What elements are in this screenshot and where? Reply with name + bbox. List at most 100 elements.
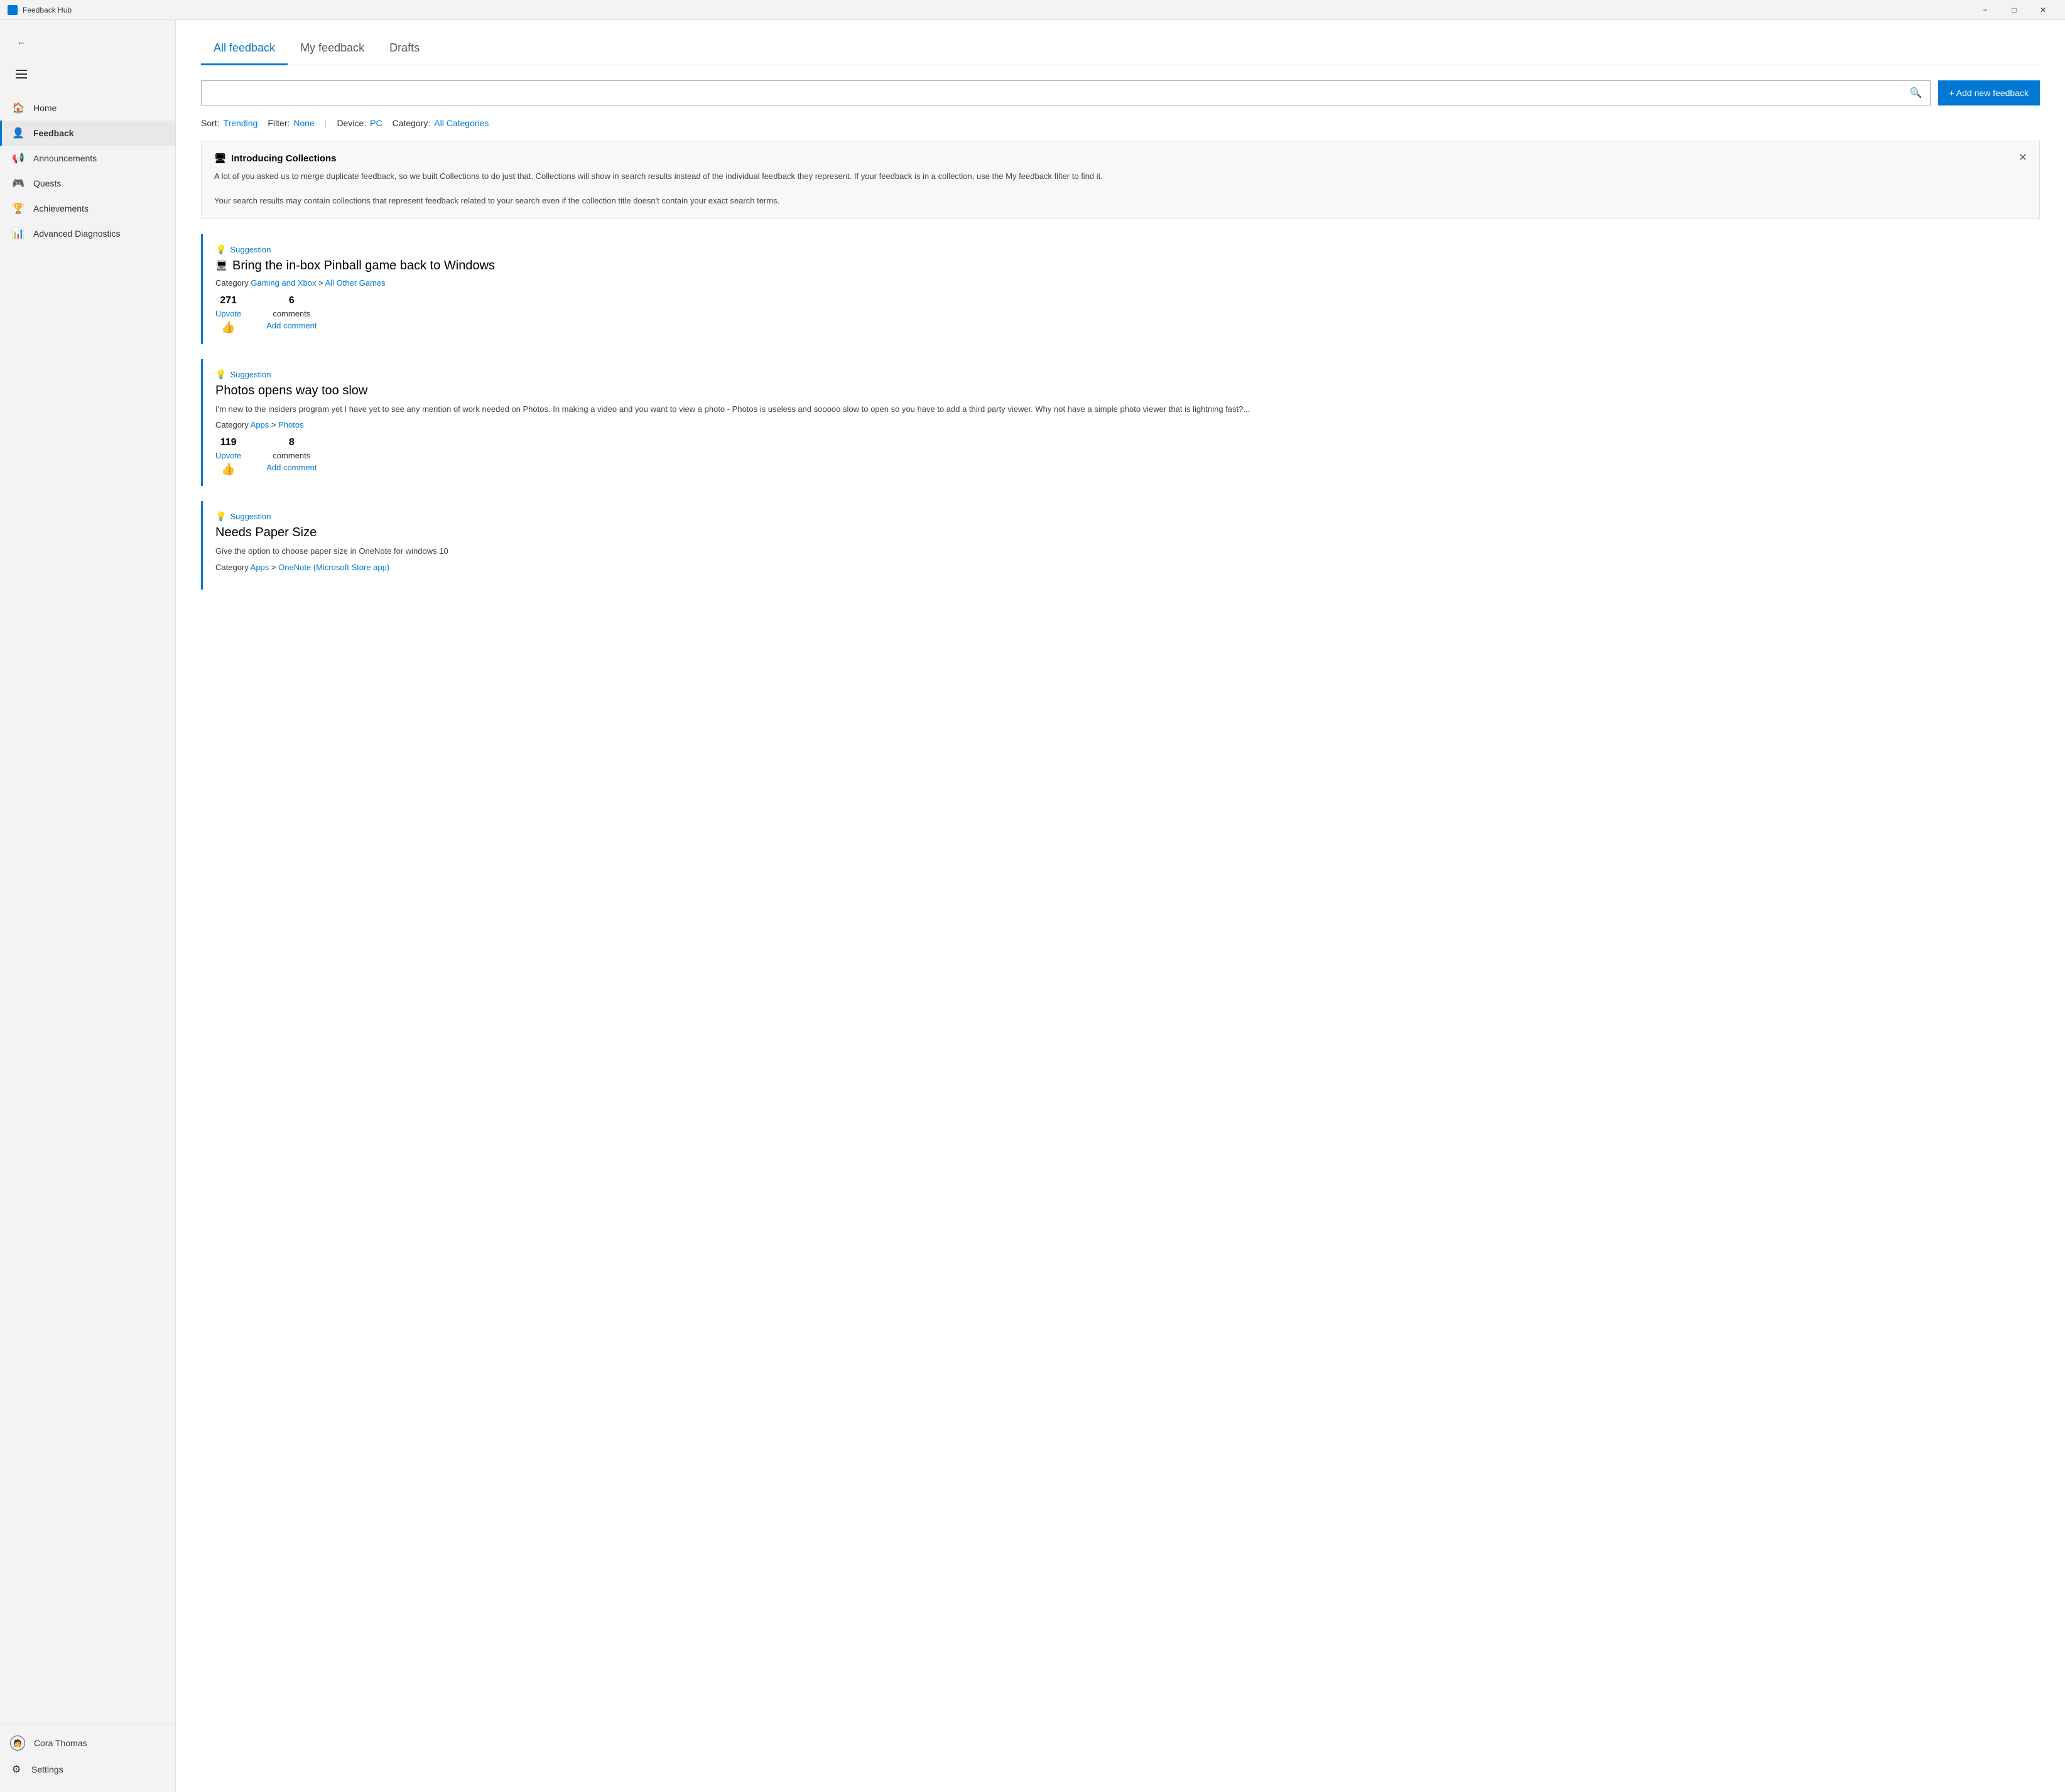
feedback-item-paper-size: 💡 Suggestion Needs Paper Size Give the o… — [201, 501, 2040, 590]
sidebar-item-feedback-label: Feedback — [33, 128, 74, 138]
feedback-title-paper: Needs Paper Size — [215, 526, 2040, 540]
upvote-icon-1[interactable]: 👍 — [221, 321, 235, 334]
upvote-count-1: 271 — [220, 295, 237, 306]
sort-label: Sort: — [201, 118, 220, 128]
feedback-type-paper: 💡 Suggestion — [215, 511, 2040, 522]
category-link1-1[interactable]: Gaming and Xbox — [251, 278, 316, 288]
category-link1-3[interactable]: Apps — [251, 563, 269, 572]
minimize-button[interactable]: − — [1971, 0, 2000, 20]
quests-icon: 🎮 — [12, 177, 24, 190]
tab-all-feedback[interactable]: All feedback — [201, 35, 288, 65]
announcements-icon: 📢 — [12, 152, 24, 165]
add-feedback-button[interactable]: + Add new feedback — [1938, 80, 2041, 105]
settings-icon: ⚙ — [10, 1763, 23, 1776]
feedback-category-photos: Category Apps > Photos — [215, 420, 2040, 429]
tab-my-feedback[interactable]: My feedback — [288, 35, 377, 65]
sidebar-item-feedback[interactable]: 👤 Feedback — [0, 121, 175, 146]
user-name: Cora Thomas — [34, 1738, 87, 1748]
feedback-item-pinball: 💡 Suggestion 🖥 Bring the in-box Pinball … — [201, 234, 2040, 344]
sidebar-item-diagnostics-label: Advanced Diagnostics — [33, 229, 121, 239]
user-profile[interactable]: 🧑 Cora Thomas — [0, 1729, 175, 1757]
sidebar: ← 🏠 Home 👤 Feedback 📢 Announcem — [0, 20, 176, 1792]
sidebar-item-advanced-diagnostics[interactable]: 📊 Advanced Diagnostics — [0, 221, 175, 246]
app-layout: ← 🏠 Home 👤 Feedback 📢 Announcem — [0, 20, 2065, 1792]
search-row: 🔍 + Add new feedback — [201, 80, 2040, 105]
avatar: 🧑 — [10, 1735, 25, 1751]
feedback-desc-paper: Give the option to choose paper size in … — [215, 545, 2040, 558]
feedback-type-label-2: Suggestion — [230, 370, 271, 379]
notice-title-text: Introducing Collections — [231, 153, 337, 164]
comments-stat-1: 6 comments Add comment — [266, 295, 317, 330]
title-bar-left: Feedback Hub — [8, 5, 72, 15]
add-comment-link-1[interactable]: Add comment — [266, 321, 317, 330]
notice-paragraph2: Your search results may contain collecti… — [214, 195, 2027, 207]
sidebar-top: ← — [0, 25, 175, 95]
filter-value[interactable]: None — [293, 118, 314, 128]
comments-label-1: comments — [273, 309, 310, 318]
comments-label-2: comments — [273, 451, 310, 460]
feedback-title-photos: Photos opens way too slow — [215, 384, 2040, 398]
category-link2-3[interactable]: OneNote (Microsoft Store app) — [278, 563, 389, 572]
collection-icon-1: 🖥 — [215, 260, 227, 271]
feedback-desc-photos: I'm new to the insiders program yet I ha… — [215, 403, 2040, 416]
search-box: 🔍 — [201, 80, 1931, 105]
category-arrow-2: > — [271, 420, 278, 429]
avatar-initials: 🧑 — [13, 1739, 22, 1747]
feedback-type-label-1: Suggestion — [230, 245, 271, 254]
notice-paragraph1: A lot of you asked us to merge duplicate… — [214, 170, 2027, 183]
sort-value[interactable]: Trending — [224, 118, 258, 128]
category-label: Category: — [393, 118, 431, 128]
sidebar-item-achievements-label: Achievements — [33, 203, 89, 213]
title-bar-controls: − □ ✕ — [1971, 0, 2057, 20]
comments-count-1: 6 — [289, 295, 295, 306]
device-value[interactable]: PC — [370, 118, 382, 128]
feedback-type-label-3: Suggestion — [230, 512, 271, 521]
category-filter: Category: All Categories — [393, 118, 489, 128]
device-label: Device: — [337, 118, 366, 128]
category-prefix-1: Category — [215, 278, 249, 288]
category-link1-2[interactable]: Apps — [251, 420, 269, 429]
upvote-label-1[interactable]: Upvote — [215, 309, 241, 318]
tab-my-feedback-label: My feedback — [300, 41, 364, 54]
back-icon: ← — [17, 37, 25, 46]
sidebar-footer: 🧑 Cora Thomas ⚙ Settings — [0, 1724, 175, 1787]
add-comment-link-2[interactable]: Add comment — [266, 463, 317, 472]
back-button[interactable]: ← — [10, 30, 33, 53]
sidebar-nav: 🏠 Home 👤 Feedback 📢 Announcements 🎮 Ques… — [0, 95, 175, 1724]
app-icon — [8, 5, 18, 15]
category-value[interactable]: All Categories — [434, 118, 489, 128]
category-prefix-2: Category — [215, 420, 249, 429]
feedback-title-text-3: Needs Paper Size — [215, 526, 317, 540]
maximize-button[interactable]: □ — [2000, 0, 2029, 20]
settings-item[interactable]: ⚙ Settings — [0, 1757, 175, 1782]
category-link2-2[interactable]: Photos — [278, 420, 303, 429]
tab-drafts[interactable]: Drafts — [377, 35, 432, 65]
notice-close-button[interactable]: ✕ — [2014, 149, 2032, 166]
search-icon: 🔍 — [1910, 87, 1922, 99]
category-prefix-3: Category — [215, 563, 249, 572]
category-link2-1[interactable]: All Other Games — [325, 278, 386, 288]
sidebar-item-announcements[interactable]: 📢 Announcements — [0, 146, 175, 171]
diagnostics-icon: 📊 — [12, 227, 24, 240]
upvote-label-2[interactable]: Upvote — [215, 451, 241, 460]
comments-stat-2: 8 comments Add comment — [266, 437, 317, 472]
sidebar-item-achievements[interactable]: 🏆 Achievements — [0, 196, 175, 221]
feedback-title-text-1: Bring the in-box Pinball game back to Wi… — [232, 259, 495, 273]
feedback-actions-photos: 119 Upvote 👍 8 comments Add comment — [215, 437, 2040, 476]
sort-filter: Sort: Trending — [201, 118, 257, 128]
upvote-icon-2[interactable]: 👍 — [221, 463, 235, 476]
hamburger-button[interactable] — [10, 63, 33, 85]
filter-label: Filter: — [268, 118, 290, 128]
sidebar-item-home[interactable]: 🏠 Home — [0, 95, 175, 121]
search-input[interactable] — [209, 88, 1910, 98]
feedback-title-pinball: 🖥 Bring the in-box Pinball game back to … — [215, 259, 2040, 273]
suggestion-icon-1: 💡 — [215, 244, 226, 255]
filter-divider: | — [325, 118, 327, 128]
suggestion-icon-3: 💡 — [215, 511, 226, 522]
close-button[interactable]: ✕ — [2029, 0, 2057, 20]
sidebar-item-quests[interactable]: 🎮 Quests — [0, 171, 175, 196]
sidebar-item-quests-label: Quests — [33, 178, 61, 188]
device-filter: Device: PC — [337, 118, 382, 128]
tabs: All feedback My feedback Drafts — [201, 35, 2040, 65]
filter-row: Sort: Trending Filter: None | Device: PC… — [201, 118, 2040, 128]
